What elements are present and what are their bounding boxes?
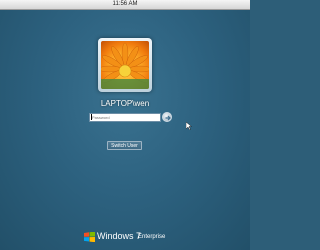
mouse-pointer-icon — [186, 122, 192, 130]
status-bar: 11:56 AM — [0, 0, 250, 10]
arrow-right-icon — [165, 115, 171, 121]
edition-name: Enterprise — [138, 234, 166, 240]
user-name: LAPTOP\wen — [100, 99, 150, 108]
orange-flower-icon — [101, 41, 149, 89]
text-caret — [91, 114, 92, 120]
product-name: Windows 7 — [97, 231, 142, 241]
user-tile — [98, 38, 152, 92]
password-field[interactable] — [89, 113, 161, 122]
switch-user-button[interactable]: Switch User — [107, 141, 142, 150]
windows-flag-icon — [84, 232, 95, 242]
submit-button[interactable] — [162, 112, 172, 122]
status-time: 11:56 AM — [112, 1, 138, 7]
